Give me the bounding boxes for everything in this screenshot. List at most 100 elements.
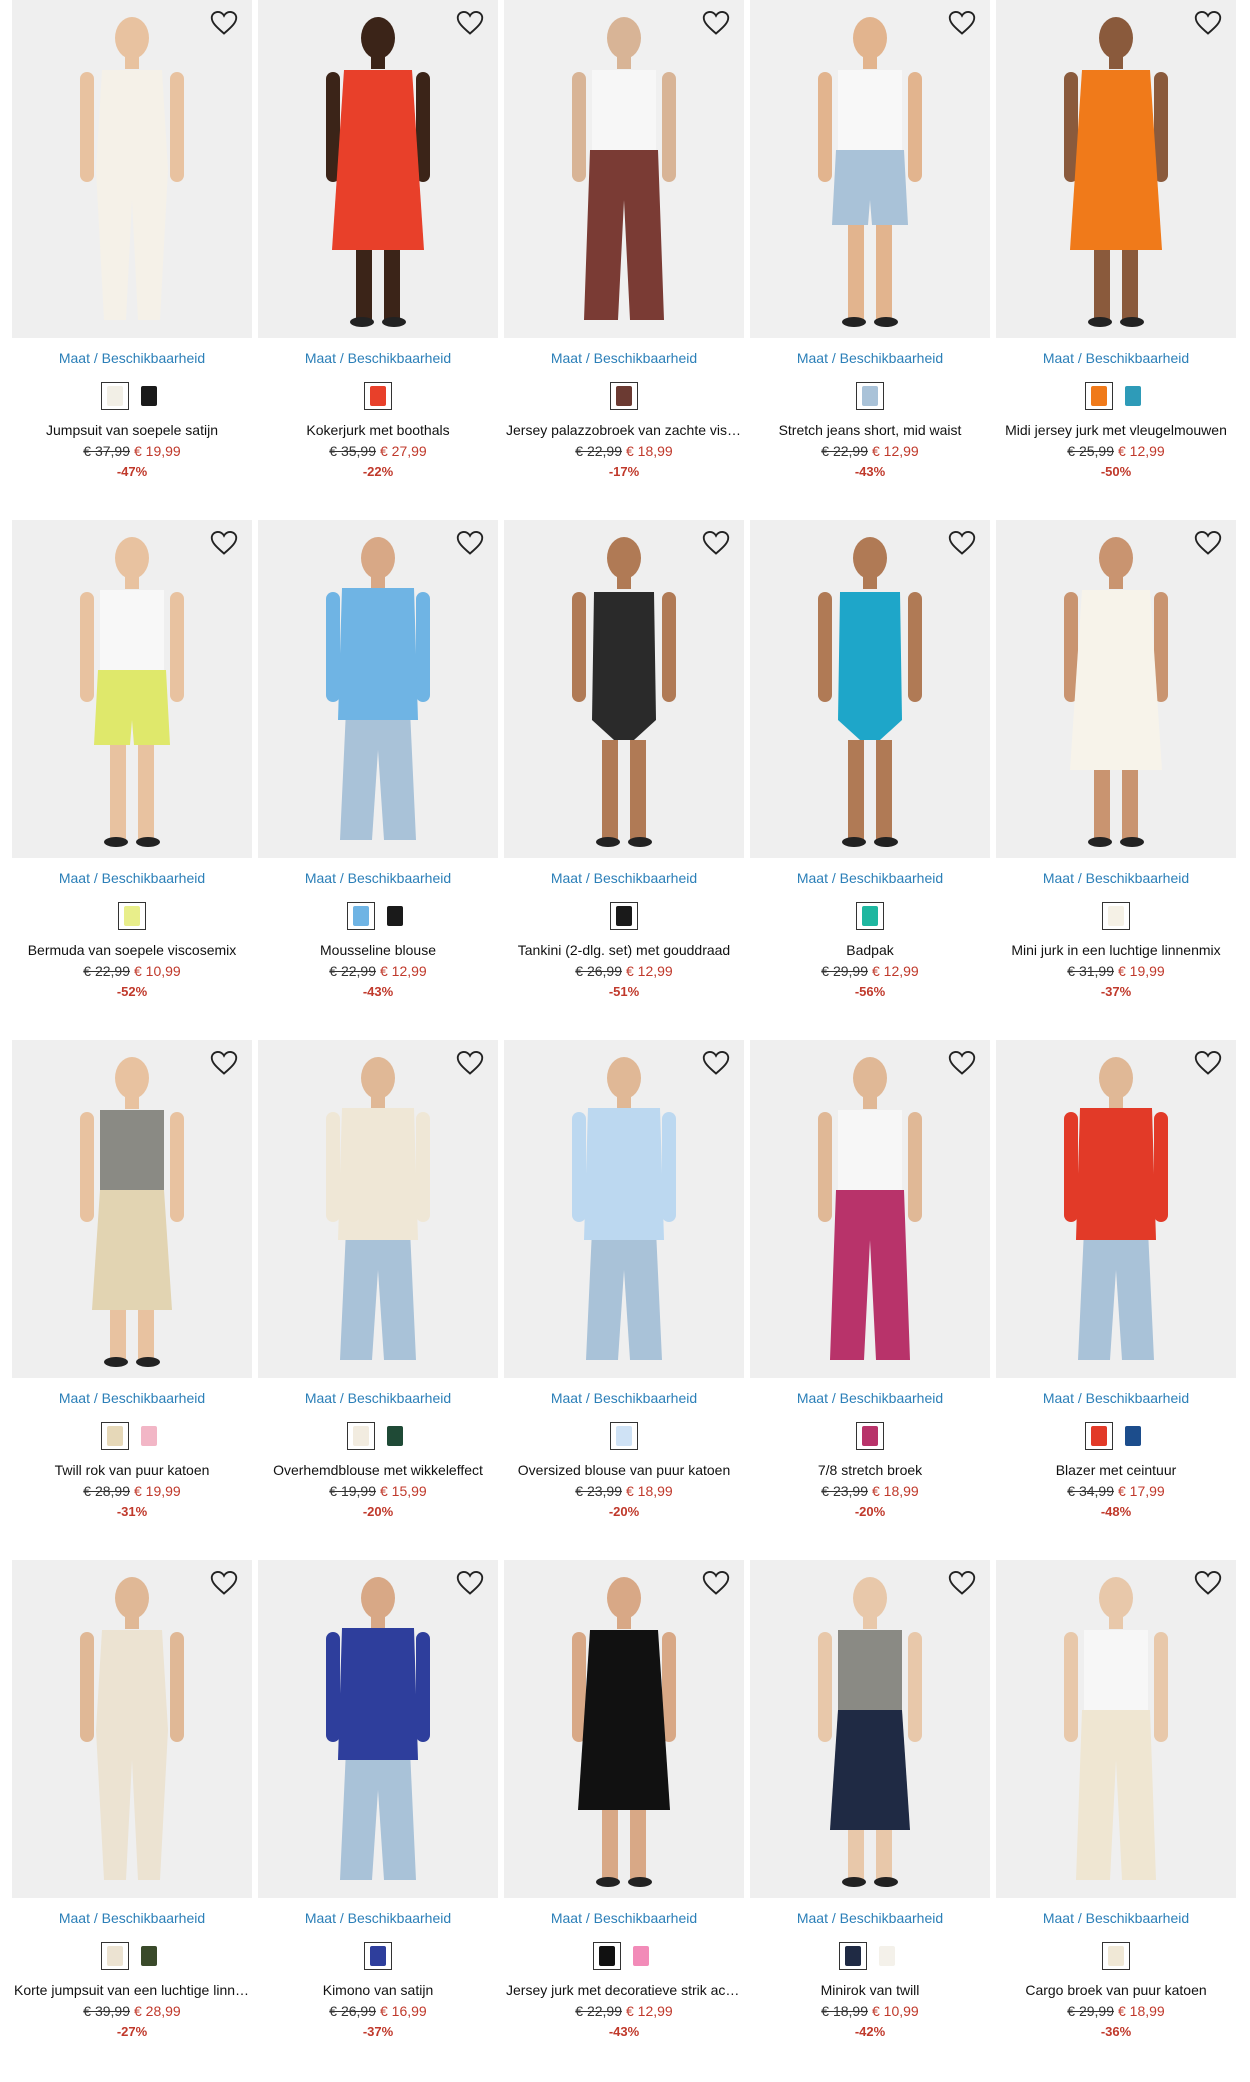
wishlist-button[interactable]: [948, 530, 980, 562]
color-swatch[interactable]: [627, 1942, 655, 1970]
wishlist-button[interactable]: [1194, 1570, 1226, 1602]
wishlist-button[interactable]: [456, 10, 488, 42]
product-title[interactable]: Tankini (2-dlg. set) met gouddraad: [504, 942, 744, 958]
color-swatch[interactable]: [347, 1422, 375, 1450]
product-card[interactable]: Maat / Beschikbaarheid Mousseline blouse €…: [258, 520, 498, 1040]
product-title[interactable]: Bermuda van soepele viscosemix: [12, 942, 252, 958]
color-swatch[interactable]: [118, 902, 146, 930]
color-swatch[interactable]: [135, 382, 163, 410]
wishlist-button[interactable]: [702, 1050, 734, 1082]
product-image[interactable]: [996, 1560, 1236, 1898]
product-image[interactable]: [258, 1560, 498, 1898]
product-card[interactable]: Maat / Beschikbaarheid Blazer met ceintuu…: [996, 1040, 1236, 1560]
size-availability-link[interactable]: Maat / Beschikbaarheid: [750, 1390, 990, 1406]
product-title[interactable]: Badpak: [750, 942, 990, 958]
product-image[interactable]: [996, 1040, 1236, 1378]
size-availability-link[interactable]: Maat / Beschikbaarheid: [258, 1910, 498, 1926]
product-card[interactable]: Maat / Beschikbaarheid Jersey jurk met de…: [504, 1560, 744, 2080]
wishlist-button[interactable]: [210, 1570, 242, 1602]
size-availability-link[interactable]: Maat / Beschikbaarheid: [12, 870, 252, 886]
product-card[interactable]: Maat / Beschikbaarheid Oversized blouse v…: [504, 1040, 744, 1560]
product-title[interactable]: Oversized blouse van puur katoen: [504, 1462, 744, 1478]
product-card[interactable]: Maat / Beschikbaarheid Twill rok van puur…: [12, 1040, 252, 1560]
color-swatch[interactable]: [610, 902, 638, 930]
product-card[interactable]: Maat / Beschikbaarheid Badpak € 29,99 € 12,…: [750, 520, 990, 1040]
product-image[interactable]: [258, 1040, 498, 1378]
product-card[interactable]: Maat / Beschikbaarheid Tankini (2-dlg. se…: [504, 520, 744, 1040]
color-swatch[interactable]: [347, 902, 375, 930]
product-image[interactable]: [12, 520, 252, 858]
size-availability-link[interactable]: Maat / Beschikbaarheid: [258, 350, 498, 366]
size-availability-link[interactable]: Maat / Beschikbaarheid: [258, 1390, 498, 1406]
product-title[interactable]: Midi jersey jurk met vleugelmouwen: [996, 422, 1236, 438]
product-title[interactable]: Jumpsuit van soepele satijn: [12, 422, 252, 438]
wishlist-button[interactable]: [210, 530, 242, 562]
product-title[interactable]: Cargo broek van puur katoen: [996, 1982, 1236, 1998]
color-swatch[interactable]: [873, 1942, 901, 1970]
size-availability-link[interactable]: Maat / Beschikbaarheid: [504, 870, 744, 886]
product-card[interactable]: Maat / Beschikbaarheid Overhemdblouse met…: [258, 1040, 498, 1560]
wishlist-button[interactable]: [948, 1570, 980, 1602]
wishlist-button[interactable]: [210, 1050, 242, 1082]
wishlist-button[interactable]: [948, 10, 980, 42]
size-availability-link[interactable]: Maat / Beschikbaarheid: [504, 1390, 744, 1406]
product-title[interactable]: Overhemdblouse met wikkeleffect: [258, 1462, 498, 1478]
wishlist-button[interactable]: [456, 1570, 488, 1602]
product-card[interactable]: Maat / Beschikbaarheid Stretch jeans shor…: [750, 0, 990, 520]
color-swatch[interactable]: [1102, 902, 1130, 930]
product-card[interactable]: Maat / Beschikbaarheid Kimono van satijn €…: [258, 1560, 498, 2080]
color-swatch[interactable]: [1119, 1422, 1147, 1450]
product-image[interactable]: [12, 1040, 252, 1378]
color-swatch[interactable]: [610, 1422, 638, 1450]
product-card[interactable]: Maat / Beschikbaarheid Midi jersey jurk m…: [996, 0, 1236, 520]
wishlist-button[interactable]: [1194, 10, 1226, 42]
color-swatch[interactable]: [1085, 382, 1113, 410]
color-swatch[interactable]: [1102, 1942, 1130, 1970]
product-title[interactable]: Kimono van satijn: [258, 1982, 498, 1998]
product-image[interactable]: [504, 0, 744, 338]
product-title[interactable]: Kokerjurk met boothals: [258, 422, 498, 438]
product-card[interactable]: Maat / Beschikbaarheid 7/8 stretch broek €…: [750, 1040, 990, 1560]
product-title[interactable]: Mini jurk in een luchtige linnenmix: [996, 942, 1236, 958]
color-swatch[interactable]: [381, 1422, 409, 1450]
wishlist-button[interactable]: [456, 530, 488, 562]
product-image[interactable]: [504, 1560, 744, 1898]
color-swatch[interactable]: [101, 1422, 129, 1450]
wishlist-button[interactable]: [1194, 1050, 1226, 1082]
product-title[interactable]: 7/8 stretch broek: [750, 1462, 990, 1478]
product-image[interactable]: [750, 520, 990, 858]
wishlist-button[interactable]: [702, 10, 734, 42]
size-availability-link[interactable]: Maat / Beschikbaarheid: [12, 1910, 252, 1926]
product-card[interactable]: Maat / Beschikbaarheid Mini jurk in een l…: [996, 520, 1236, 1040]
product-card[interactable]: Maat / Beschikbaarheid Minirok van twill €…: [750, 1560, 990, 2080]
product-image[interactable]: [996, 520, 1236, 858]
size-availability-link[interactable]: Maat / Beschikbaarheid: [996, 350, 1236, 366]
color-swatch[interactable]: [101, 382, 129, 410]
size-availability-link[interactable]: Maat / Beschikbaarheid: [258, 870, 498, 886]
product-card[interactable]: Maat / Beschikbaarheid Bermuda van soepel…: [12, 520, 252, 1040]
size-availability-link[interactable]: Maat / Beschikbaarheid: [996, 870, 1236, 886]
size-availability-link[interactable]: Maat / Beschikbaarheid: [12, 1390, 252, 1406]
size-availability-link[interactable]: Maat / Beschikbaarheid: [504, 1910, 744, 1926]
product-image[interactable]: [750, 1040, 990, 1378]
wishlist-button[interactable]: [210, 10, 242, 42]
product-image[interactable]: [504, 1040, 744, 1378]
color-swatch[interactable]: [839, 1942, 867, 1970]
product-title[interactable]: Jersey jurk met decoratieve strik achter: [504, 1982, 744, 1998]
color-swatch[interactable]: [610, 382, 638, 410]
color-swatch[interactable]: [101, 1942, 129, 1970]
color-swatch[interactable]: [381, 902, 409, 930]
wishlist-button[interactable]: [702, 1570, 734, 1602]
product-image[interactable]: [750, 1560, 990, 1898]
product-image[interactable]: [12, 0, 252, 338]
size-availability-link[interactable]: Maat / Beschikbaarheid: [12, 350, 252, 366]
color-swatch[interactable]: [856, 382, 884, 410]
size-availability-link[interactable]: Maat / Beschikbaarheid: [750, 350, 990, 366]
wishlist-button[interactable]: [948, 1050, 980, 1082]
wishlist-button[interactable]: [456, 1050, 488, 1082]
size-availability-link[interactable]: Maat / Beschikbaarheid: [996, 1910, 1236, 1926]
color-swatch[interactable]: [364, 1942, 392, 1970]
size-availability-link[interactable]: Maat / Beschikbaarheid: [750, 870, 990, 886]
product-image[interactable]: [258, 520, 498, 858]
color-swatch[interactable]: [856, 1422, 884, 1450]
